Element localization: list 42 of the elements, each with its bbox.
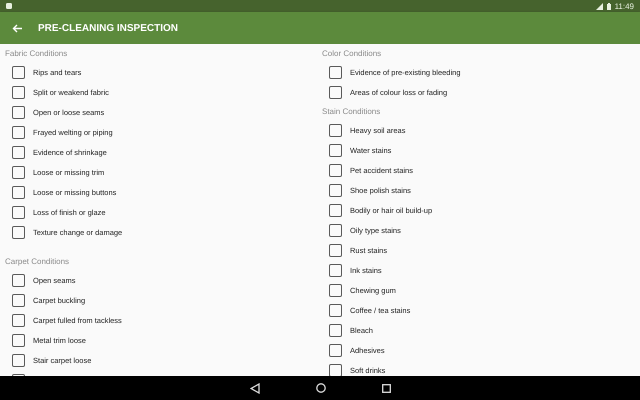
checkbox[interactable]: [329, 164, 342, 176]
screen-title: PRE-CLEANING INSPECTION: [38, 22, 178, 34]
checkbox[interactable]: [12, 186, 25, 198]
checkbox[interactable]: [329, 284, 342, 296]
checkbox[interactable]: [12, 166, 25, 178]
section-heading: Fabric Conditions: [5, 48, 68, 60]
checkbox[interactable]: [329, 204, 342, 216]
checkbox[interactable]: [12, 354, 25, 366]
notification-icon: [6, 3, 12, 9]
checkbox[interactable]: [329, 244, 342, 256]
checkbox[interactable]: [12, 226, 25, 238]
signal-icon: [596, 2, 603, 10]
checkbox[interactable]: [329, 344, 342, 356]
checkbox[interactable]: [329, 264, 342, 276]
section-heading: Stain Conditions: [322, 106, 382, 118]
checkbox[interactable]: [12, 106, 25, 118]
checkbox[interactable]: [329, 66, 342, 78]
checkbox[interactable]: [329, 364, 342, 376]
checkbox[interactable]: [329, 304, 342, 316]
checkbox[interactable]: [12, 206, 25, 218]
checkbox[interactable]: [12, 314, 25, 326]
checkbox[interactable]: [12, 66, 25, 78]
checkbox[interactable]: [329, 86, 342, 98]
back-icon[interactable]: [250, 382, 260, 394]
clock-time: 11:49: [614, 2, 634, 10]
checkbox[interactable]: [12, 294, 25, 306]
checkbox[interactable]: [329, 324, 342, 336]
battery-icon: [606, 2, 611, 10]
checkbox[interactable]: [329, 144, 342, 156]
recents-icon[interactable]: [382, 384, 390, 392]
checkbox[interactable]: [12, 334, 25, 346]
checkbox[interactable]: [12, 86, 25, 98]
checkbox[interactable]: [12, 146, 25, 158]
checkbox[interactable]: [329, 184, 342, 196]
section-heading: Color Conditions: [322, 48, 382, 60]
section-heading: Carpet Conditions: [5, 256, 70, 268]
checkbox[interactable]: [329, 124, 342, 136]
checkbox[interactable]: [12, 126, 25, 138]
checkbox[interactable]: [12, 274, 25, 286]
home-icon[interactable]: [316, 383, 326, 393]
checkbox[interactable]: [329, 224, 342, 236]
back-arrow-icon[interactable]: [12, 24, 22, 32]
